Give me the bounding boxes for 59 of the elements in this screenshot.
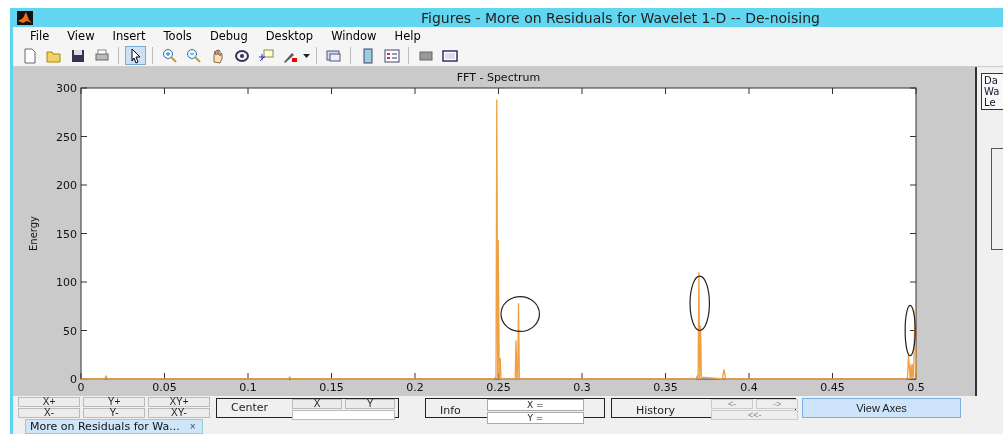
zoom-button[interactable]: X- xyxy=(18,408,80,419)
y-tick-label: 0 xyxy=(70,372,77,386)
x-tick-label: 0.45 xyxy=(820,380,845,394)
coordinate-field: Y = xyxy=(486,411,584,424)
menu-item[interactable]: View xyxy=(58,29,104,44)
y-tick-label: 150 xyxy=(56,227,77,241)
menu-item[interactable]: Desktop xyxy=(256,29,323,44)
y-axis-label: Energy xyxy=(28,215,39,251)
y-tick-label: 250 xyxy=(56,130,77,144)
x-tick-label: 0.4 xyxy=(740,380,758,394)
ellipse-annotation[interactable] xyxy=(904,304,916,357)
info-text: Wa xyxy=(984,85,1001,97)
x-tick-label: 0 xyxy=(77,380,85,394)
window-title: Figures - More on Residuals for Wavelet 1-D -- De-noising xyxy=(421,9,820,28)
zoom-button[interactable]: X+ xyxy=(18,397,80,408)
caret-icon[interactable] xyxy=(303,53,310,58)
ellipse-annotation[interactable] xyxy=(500,295,540,332)
y-tick-label: 50 xyxy=(63,324,77,338)
y-tick-label: 200 xyxy=(56,178,77,192)
zoom-button[interactable]: XY+ xyxy=(148,397,210,408)
x-tick-label: 0.5 xyxy=(907,380,925,394)
zoom-button[interactable]: XY- xyxy=(148,408,210,419)
coordinate-field: X = xyxy=(486,398,584,411)
x-tick-label: 0.3 xyxy=(573,380,591,394)
x-tick-label: 0.25 xyxy=(486,380,511,394)
zoom-in-icon xyxy=(161,47,178,64)
center-button[interactable]: X xyxy=(292,398,343,409)
plot-title: FFT - Spectrum xyxy=(456,70,541,84)
y-tick-label: 300 xyxy=(56,81,77,95)
y-tick-label: 100 xyxy=(56,275,77,289)
x-tick-label: 0.35 xyxy=(653,380,678,394)
toolbar-button[interactable] xyxy=(125,46,146,66)
center-label: Center xyxy=(230,400,269,414)
x-tick-label: 0.2 xyxy=(406,380,424,394)
center-field[interactable] xyxy=(292,409,396,420)
ellipse-annotation[interactable] xyxy=(689,275,710,331)
tab-label: More on Residuals for Wa... xyxy=(30,420,180,433)
zoom-button[interactable]: Y+ xyxy=(83,397,145,408)
close-button[interactable]: × xyxy=(187,421,198,432)
zoom-button[interactable]: Y- xyxy=(83,408,145,419)
menu-item[interactable]: Help xyxy=(385,29,430,44)
app-logo-icon xyxy=(17,10,33,25)
data-cursor-icon xyxy=(257,47,274,64)
history-label: History xyxy=(635,403,676,417)
menu-item[interactable]: Tools xyxy=(154,29,201,44)
menu-item[interactable]: Window xyxy=(322,29,386,44)
view-axes-button[interactable]: View Axes xyxy=(802,397,961,418)
menu-item[interactable]: File xyxy=(21,29,59,44)
info-text: Le xyxy=(984,96,997,108)
zoom-out-icon xyxy=(185,47,202,64)
menu-item[interactable]: Debug xyxy=(200,29,257,44)
x-tick-label: 0.1 xyxy=(239,380,257,394)
info-label: Info xyxy=(439,403,461,417)
menu-item[interactable]: Insert xyxy=(103,29,155,44)
center-button[interactable]: Y xyxy=(345,398,396,409)
x-tick-label: 0.05 xyxy=(152,380,177,394)
info-text: Da xyxy=(984,74,999,86)
figure-tab[interactable]: More on Residuals for Wa... × xyxy=(25,419,203,434)
x-tick-label: 0.15 xyxy=(319,380,344,394)
